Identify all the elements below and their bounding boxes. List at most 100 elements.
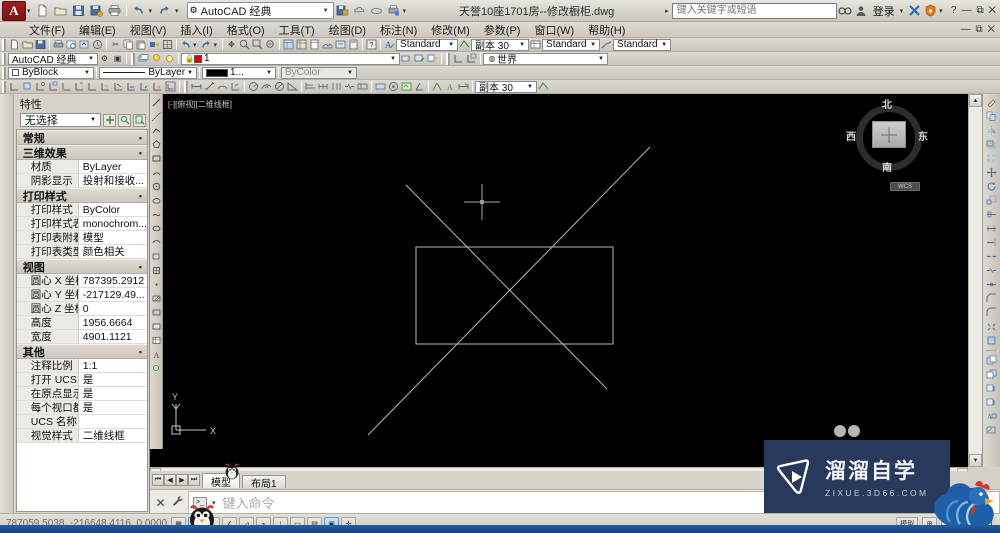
table-icon[interactable] [151,334,162,347]
undo-icon[interactable] [130,2,147,19]
ucs-3point-icon[interactable] [86,80,99,93]
signin-dropdown-icon[interactable]: ▾ [900,7,904,15]
selection-combo[interactable]: 无选择 ▼ [19,113,101,127]
chevron-down-icon[interactable]: ▼ [82,70,92,76]
workspace-select[interactable]: AutoCAD 经典 ▼ [8,52,98,66]
menu-item-dimension[interactable]: 标注(N) [373,21,424,39]
property-value[interactable]: -217129.49... [78,288,147,301]
ucs-object-icon[interactable] [34,80,47,93]
autocad-logo-icon[interactable]: A [2,0,26,21]
property-value[interactable]: 二维线框 [78,429,147,442]
tab-next-icon[interactable]: ▶ [176,474,188,486]
revcloud-icon[interactable] [151,194,162,207]
circle-icon[interactable] [151,180,162,193]
chevron-down-icon[interactable]: ▼ [659,42,669,48]
dim-style-manager-icon[interactable] [537,80,550,93]
menu-item-draw[interactable]: 绘图(D) [322,21,373,39]
layer-properties-icon[interactable] [137,52,150,65]
menu-item-edit[interactable]: 编辑(E) [72,21,123,39]
paste-icon[interactable] [135,38,148,51]
ucs-rotate-x-icon[interactable] [99,80,112,93]
toolbar-grip[interactable] [131,52,135,65]
window-controls[interactable]: — ⧉ ✕ [962,5,997,16]
explode-icon[interactable] [985,320,998,333]
redo-icon[interactable] [156,2,173,19]
ellipse-icon[interactable] [151,222,162,235]
tab-prev-icon[interactable]: ◀ [164,474,176,486]
property-group-header[interactable]: 常规 ▪ [16,130,147,145]
layer-on-icon[interactable] [150,52,163,65]
property-row[interactable]: 注释比例 1:1 [16,359,147,373]
search-icon[interactable] [837,4,853,18]
qnew-icon[interactable] [8,38,21,51]
dim-diameter-icon[interactable] [273,80,286,93]
property-value[interactable]: 0 [78,302,147,315]
collapse-toggle-icon[interactable]: ▪ [139,347,142,357]
menu-item-window[interactable]: 窗口(W) [527,21,581,39]
dim-inspect-icon[interactable] [387,80,400,93]
trim-icon[interactable] [985,222,998,235]
insert-block-icon[interactable] [151,250,162,263]
layer-make-current-icon[interactable] [413,52,426,65]
dimension-style-combo-2[interactable]: 副本 30 ▼ [475,80,537,94]
dim-center-mark-icon[interactable] [374,80,387,93]
ucs-origin-icon[interactable] [60,80,73,93]
toolbar-grip[interactable] [2,52,6,65]
property-row[interactable]: 视觉样式 二维线框 [16,429,147,443]
dim-update-icon[interactable] [457,80,470,93]
designcenter-icon[interactable] [295,38,308,51]
workspace-lock-icon[interactable]: ▣ [111,52,124,65]
search-input[interactable] [671,2,837,19]
dim-edit-text-icon[interactable] [431,80,444,93]
erase-icon[interactable] [985,96,998,109]
viewport-label[interactable]: [-][俯视][二维线框] [168,99,232,110]
viewcube-west-label[interactable]: 西 [846,128,856,143]
quickcalc-icon[interactable] [347,38,360,51]
tab-layout1[interactable]: 布局1 [242,475,286,490]
draworder-hatch-icon[interactable] [985,424,998,437]
draworder-below-icon[interactable] [985,396,998,409]
ellipse-arc-icon[interactable] [151,236,162,249]
make-block-icon[interactable] [151,264,162,277]
dim-break-icon[interactable] [343,80,356,93]
fillet-icon[interactable] [985,306,998,319]
property-group-header[interactable]: 打印样式 ▪ [16,188,147,203]
property-row[interactable]: 打印表类型 颜色相关 [16,245,147,259]
property-value[interactable]: ByColor [78,203,147,216]
property-value[interactable]: 是 [78,373,147,386]
property-group-header[interactable]: 三维效果 ▪ [16,145,147,160]
canvas-vertical-scrollbar[interactable]: ▲ ▼ [968,94,982,467]
chevron-down-icon[interactable]: ▼ [517,42,527,48]
ucs-apply-icon[interactable] [138,80,151,93]
toolbar-grip[interactable] [184,80,188,93]
property-value[interactable]: 是 [78,401,147,414]
viewcube[interactable]: 北 南 西 东 [846,99,928,177]
chevron-down-icon[interactable]: ▼ [388,56,398,62]
dim-jogged-icon[interactable] [260,80,273,93]
help-icon[interactable]: ? [946,4,962,18]
matchprop-icon[interactable] [148,38,161,51]
collapse-toggle-icon[interactable]: ▪ [139,148,142,158]
security-icon[interactable] [922,4,938,18]
save-icon[interactable] [70,2,87,19]
scroll-up-arrow-icon[interactable]: ▲ [969,94,982,107]
window-caps-label[interactable]: — ⧉ ✕ [962,5,997,16]
copy-object-icon[interactable] [985,110,998,123]
toolbar-grip[interactable] [2,38,6,51]
mirror-icon[interactable] [985,124,998,137]
layer-combo[interactable]: 🔒 1 ▼ [181,52,400,65]
wrench-settings-icon[interactable] [171,495,184,510]
cut-icon[interactable]: ✂ [109,38,122,51]
dim-text-angle-icon[interactable]: A [444,80,457,93]
property-row[interactable]: 圆心 Z 坐标0 [16,302,147,316]
property-group-header[interactable]: 其他 ▪ [16,344,147,359]
menu-item-help[interactable]: 帮助(H) [581,21,632,39]
break-icon[interactable] [985,264,998,277]
property-value[interactable]: 投射和接收... [78,174,147,187]
publish-icon[interactable] [78,38,91,51]
chevron-down-icon[interactable]: ▼ [446,42,456,48]
select-objects-icon[interactable] [118,113,131,127]
dim-oblique-icon[interactable] [413,80,426,93]
dim-continue-icon[interactable] [317,80,330,93]
property-value[interactable]: 4901.1121 [78,330,147,343]
